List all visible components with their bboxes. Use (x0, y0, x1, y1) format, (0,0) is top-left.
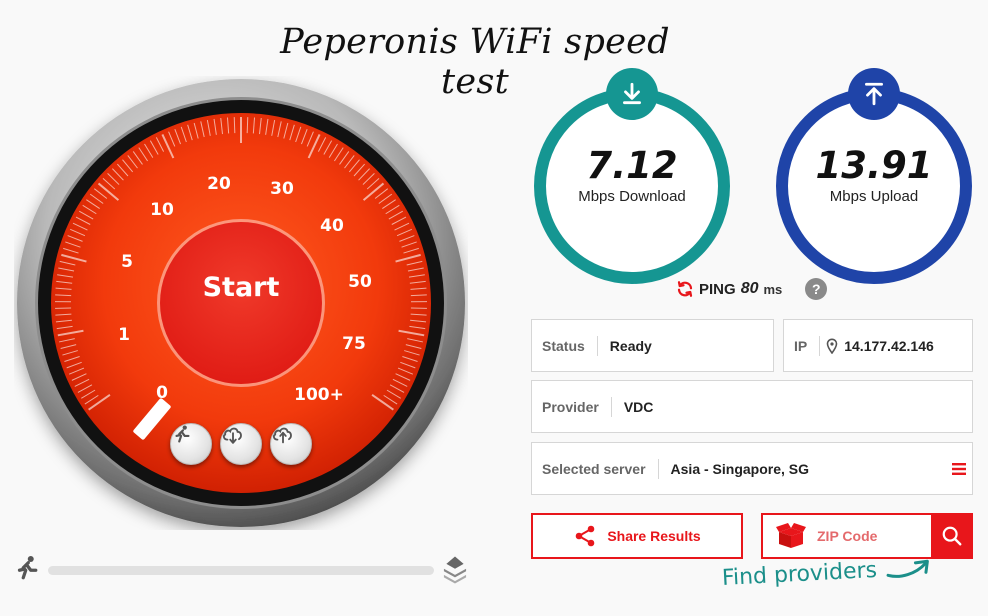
divider (610, 396, 612, 417)
divider (819, 335, 821, 356)
curved-arrow-icon (886, 559, 930, 578)
running-person-icon (175, 425, 190, 443)
provider-label: Provider (542, 398, 599, 415)
start-button[interactable] (158, 220, 324, 386)
share-icon (576, 525, 595, 547)
help-icon[interactable]: ? (805, 278, 828, 300)
server-value: Asia - Singapore, SG (670, 460, 810, 477)
provider-value: VDC (623, 398, 654, 415)
ip-value: 14.177.42.146 (844, 337, 934, 354)
find-providers-label: Find providers (721, 557, 878, 591)
server-selector[interactable]: Selected server Asia - Singapore, SG (531, 442, 973, 495)
download-badge (606, 68, 658, 120)
tick-label-30: 30 (270, 179, 294, 199)
tick-label-20: 20 (207, 174, 231, 194)
running-person-icon (17, 556, 38, 580)
server-label: Selected server (542, 460, 646, 477)
status-label: Status (542, 337, 585, 354)
tick-label-5: 5 (121, 252, 133, 272)
search-button[interactable] (931, 513, 973, 559)
dial-tick (55, 294, 72, 297)
download-test-button[interactable] (220, 423, 262, 465)
refresh-icon[interactable] (676, 280, 694, 298)
upload-badge (848, 68, 900, 120)
dial-tick (233, 117, 236, 134)
dial-tick (410, 294, 427, 297)
cloud-upload-icon (272, 427, 292, 444)
zip-code-input[interactable] (817, 516, 929, 556)
divider (596, 335, 598, 356)
tick-label-40: 40 (320, 216, 344, 236)
ping-readout: PING 80 ms ? (676, 278, 828, 300)
location-pin-icon (826, 338, 838, 354)
cloud-download-icon (222, 427, 242, 444)
ping-unit: ms (763, 281, 783, 297)
share-results-button[interactable]: Share Results (531, 513, 743, 559)
download-value: 7.12 (586, 144, 678, 187)
tick-label-1: 1 (118, 325, 130, 345)
ping-test-button[interactable] (170, 423, 212, 465)
progress-track (48, 566, 434, 575)
speedometer-gauge: 0 1 5 10 20 30 40 50 75 100+ Start (14, 76, 468, 530)
menu-icon[interactable] (952, 462, 966, 476)
tick-label-50: 50 (348, 272, 372, 292)
ip-label: IP (794, 337, 808, 354)
tick-label-75: 75 (342, 334, 366, 354)
ping-value: 80 (740, 280, 759, 297)
tick-label-10: 10 (150, 200, 174, 220)
dial-tick (246, 117, 249, 134)
ping-label: PING (699, 280, 736, 298)
open-box-icon (776, 523, 806, 548)
share-results-label: Share Results (607, 528, 701, 544)
test-progress (12, 552, 472, 592)
provider-field: Provider VDC (531, 380, 973, 433)
tick-label-0: 0 (156, 383, 168, 403)
download-arrow-icon (623, 82, 641, 105)
upload-value: 13.91 (815, 144, 933, 187)
layers-icon (443, 556, 467, 584)
upload-result: 13.91 Mbps Upload (776, 68, 972, 286)
find-providers-link[interactable]: Find providers (721, 555, 934, 591)
zip-search (761, 513, 973, 559)
status-field: Status Ready (531, 319, 774, 372)
tick-label-100: 100+ (294, 385, 344, 405)
download-unit: Mbps Download (578, 188, 686, 205)
upload-arrow-icon (865, 82, 883, 106)
divider (657, 458, 659, 479)
upload-test-button[interactable] (270, 423, 312, 465)
ip-field: IP 14.177.42.146 (783, 319, 973, 372)
upload-unit: Mbps Upload (829, 188, 919, 205)
search-icon (942, 526, 962, 546)
download-result: 7.12 Mbps Download (534, 68, 730, 286)
status-value: Ready (609, 337, 652, 354)
